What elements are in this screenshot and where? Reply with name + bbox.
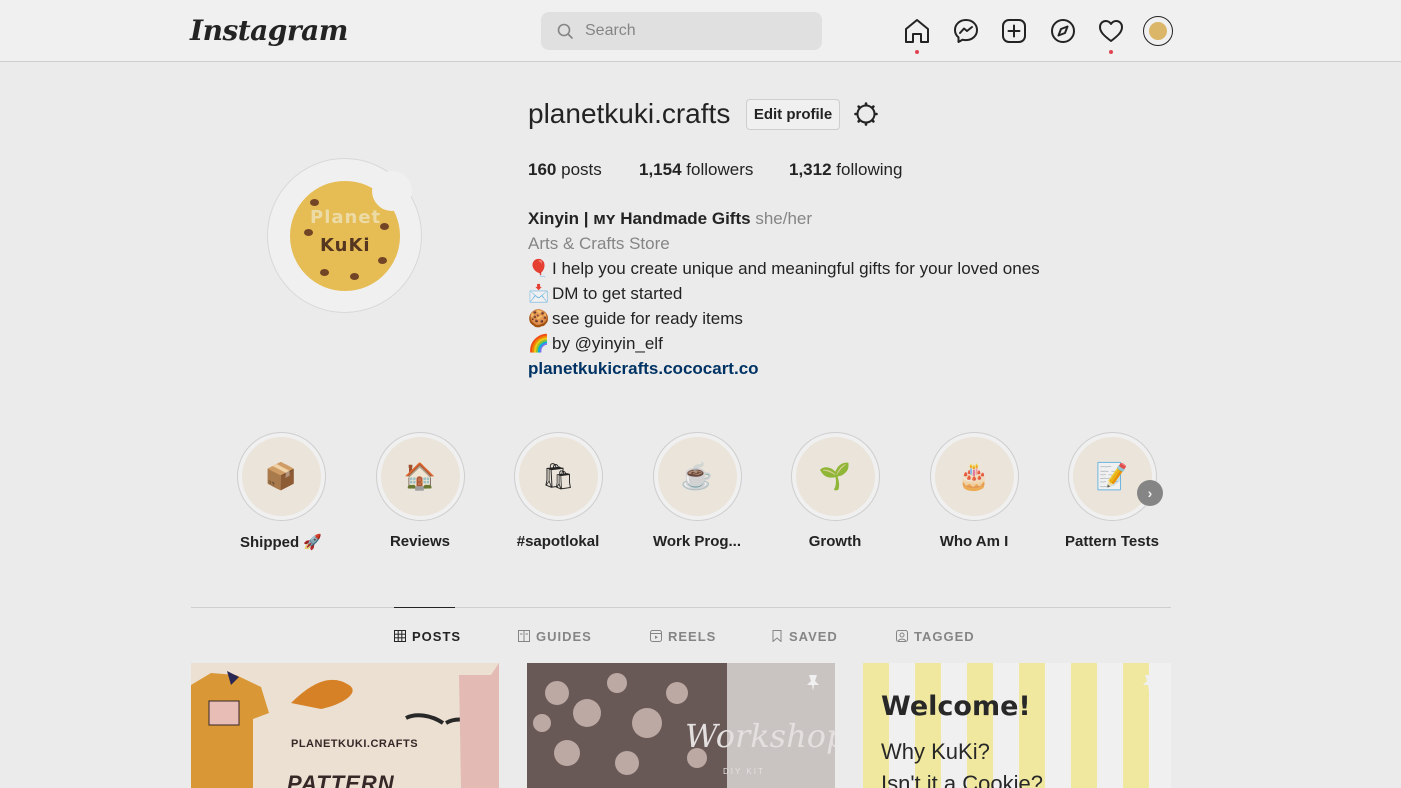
profile-picture[interactable]: Planet KuKi [267, 158, 422, 313]
post-1-subtitle: PATTERN [287, 771, 395, 788]
profile-category: Arts & Crafts Store [528, 234, 670, 253]
tab-reels[interactable]: REELS [650, 629, 716, 644]
profile-website-link[interactable]: planetkukicrafts.cococart.co [528, 356, 1128, 381]
highlight-shipped[interactable]: 📦 Shipped 🚀 [226, 432, 336, 551]
balloon-icon: 🎈 [528, 259, 550, 278]
home-icon [905, 19, 929, 43]
clothing-illustration-icon [191, 663, 499, 788]
post-2-subtitle: DIY KIT [723, 767, 765, 776]
highlight-reviews[interactable]: 🏠 Reviews [365, 432, 475, 550]
highlight-growth[interactable]: 🌱 Growth [780, 432, 890, 550]
bio-line-4: by @yinyin_elf [552, 334, 663, 353]
edit-profile-button[interactable]: Edit profile [746, 99, 840, 130]
highlight-label: Pattern Tests [1065, 533, 1159, 550]
profile-pronouns: she/her [755, 209, 813, 228]
post-thumbnail-1[interactable]: PLANETKUKI.CRAFTS PATTERN [191, 663, 499, 788]
post-1-title: PLANETKUKI.CRAFTS [291, 738, 419, 750]
profile-username: planetkuki.crafts [528, 98, 731, 129]
search-input[interactable] [585, 12, 815, 50]
reels-icon [650, 630, 662, 642]
avatar-text-bottom: KuKi [320, 235, 371, 256]
bio-line-3: see guide for ready items [552, 309, 743, 328]
rainbow-icon: 🌈 [528, 334, 550, 353]
highlight-house-icon: 🏠 [380, 437, 460, 516]
tab-saved[interactable]: SAVED [771, 629, 838, 644]
followers-stat[interactable]: 1,154 followers [639, 160, 753, 180]
post-2-title: Workshop [685, 717, 835, 755]
heart-icon [1099, 20, 1123, 42]
settings-gear-icon[interactable] [853, 101, 879, 127]
activity-notification-dot [1109, 50, 1113, 54]
highlight-package-icon: 📦 [241, 437, 321, 516]
pin-icon [1143, 675, 1155, 691]
search-icon [557, 23, 573, 39]
messenger-icon [954, 19, 978, 43]
following-stat[interactable]: 1,312 following [789, 160, 902, 180]
profile-bio: Xinyin | ᴍʏ Handmade Gifts she/her Arts … [528, 206, 1128, 381]
new-post-button[interactable] [999, 16, 1029, 46]
top-navigation: Instagram [0, 0, 1401, 62]
grid-icon [394, 630, 406, 642]
active-tab-indicator [394, 607, 455, 608]
new-post-icon [1002, 19, 1026, 43]
highlight-label: Work Prog... [652, 533, 742, 550]
highlight-label: #sapotlokal [516, 533, 600, 550]
highlight-who-am-i[interactable]: 🎂 Who Am I [919, 432, 1029, 550]
messenger-button[interactable] [951, 16, 981, 46]
profile-display-name: Xinyin | ᴍʏ Handmade Gifts [528, 209, 751, 228]
pin-icon [807, 675, 819, 691]
highlight-label: Reviews [389, 533, 451, 550]
search-box[interactable] [541, 12, 822, 50]
post-3-line-1: Why KuKi? [881, 739, 990, 764]
highlight-coffee-icon: ☕ [657, 437, 737, 516]
cookie-avatar-icon [1149, 22, 1167, 40]
instagram-logo[interactable]: Instagram [190, 14, 348, 47]
bookmark-icon [772, 630, 782, 642]
post-thumbnail-2[interactable]: Workshop DIY KIT [527, 663, 835, 788]
tab-guides[interactable]: GUIDES [518, 629, 592, 644]
bio-line-1: I help you create unique and meaningful … [552, 259, 1040, 278]
tab-tagged[interactable]: TAGGED [896, 629, 975, 644]
posts-stat: 160 posts [528, 160, 602, 179]
cookie-logo-icon: Planet KuKi [290, 171, 412, 291]
highlights-next-arrow-icon[interactable]: › [1137, 480, 1163, 506]
post-3-title: Welcome! [881, 691, 1031, 722]
highlight-work-progress[interactable]: ☕ Work Prog... [642, 432, 752, 550]
post-thumbnail-3[interactable]: Welcome! Why KuKi? Isn't it a Cookie? [863, 663, 1171, 788]
highlight-label: Who Am I [939, 533, 1009, 550]
highlight-label: Growth [808, 533, 862, 550]
tag-person-icon [896, 630, 908, 642]
highlight-cake-icon: 🎂 [934, 437, 1014, 516]
highlight-bag-icon: 🛍 [518, 437, 598, 516]
post-3-line-2: Isn't it a Cookie? [881, 771, 1043, 788]
avatar-text-top: Planet [310, 207, 382, 228]
highlight-label: Shipped 🚀 [239, 534, 322, 551]
tab-posts[interactable]: POSTS [394, 629, 461, 644]
highlight-sprout-icon: 🌱 [795, 437, 875, 516]
highlight-notepad-icon: 📝 [1072, 437, 1152, 516]
cookie-icon: 🍪 [528, 309, 550, 328]
home-notification-dot [915, 50, 919, 54]
profile-avatar-button[interactable] [1143, 16, 1173, 46]
tab-divider [191, 607, 1171, 608]
activity-button[interactable] [1096, 16, 1126, 54]
bio-line-2: DM to get started [552, 284, 683, 303]
explore-button[interactable] [1048, 16, 1078, 46]
envelope-icon: 📩 [528, 284, 550, 303]
explore-icon [1051, 19, 1075, 43]
highlight-sapotlokal[interactable]: 🛍 #sapotlokal [503, 432, 613, 550]
guide-icon [518, 630, 530, 642]
home-button[interactable] [902, 16, 932, 54]
